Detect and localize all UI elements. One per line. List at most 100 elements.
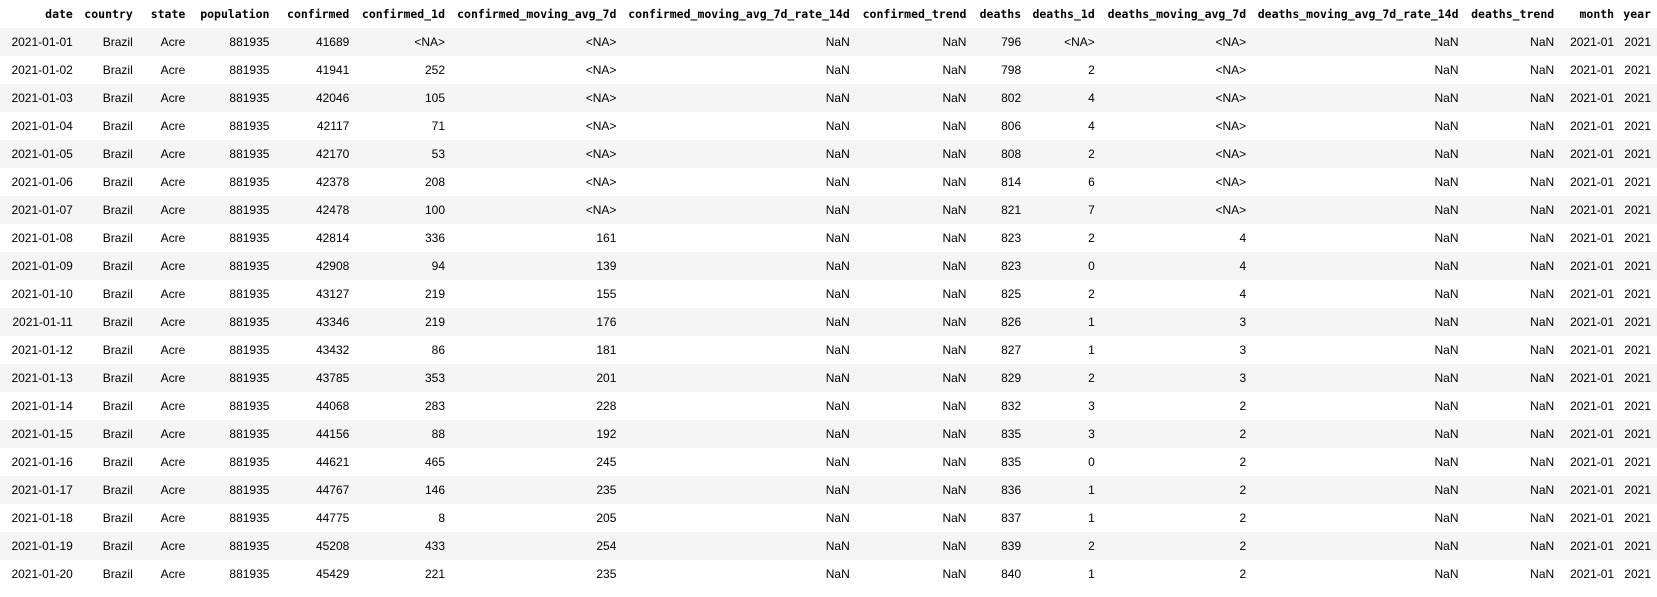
cell-deaths-moving-avg-7d-rate-14d: NaN bbox=[1252, 336, 1465, 364]
cell-confirmed-1d: 219 bbox=[355, 308, 451, 336]
cell-deaths-moving-avg-7d-rate-14d: NaN bbox=[1252, 560, 1465, 588]
cell-country: Brazil bbox=[78, 84, 139, 112]
column-header-confirmed-trend: confirmed_trend bbox=[855, 0, 973, 28]
cell-population: 881935 bbox=[191, 280, 276, 308]
cell-confirmed-1d: 88 bbox=[355, 420, 451, 448]
cell-confirmed-1d: 221 bbox=[355, 560, 451, 588]
cell-confirmed-1d: 353 bbox=[355, 364, 451, 392]
cell-year: 2021 bbox=[1620, 28, 1657, 56]
cell-deaths-moving-avg-7d: 2 bbox=[1100, 560, 1253, 588]
cell-year: 2021 bbox=[1620, 336, 1657, 364]
cell-deaths-trend: NaN bbox=[1464, 56, 1561, 84]
cell-confirmed-1d: 219 bbox=[355, 280, 451, 308]
cell-country: Brazil bbox=[78, 420, 139, 448]
cell-month: 2021-01 bbox=[1560, 364, 1621, 392]
table-row: 2021-01-16 Brazil Acre 881935 44621 465 245 NaN… bbox=[0, 448, 1657, 476]
cell-year: 2021 bbox=[1620, 168, 1657, 196]
table-row: 2021-01-09 Brazil Acre 881935 42908 94 139 NaN N… bbox=[0, 252, 1657, 280]
cell-state: Acre bbox=[138, 280, 192, 308]
cell-state: Acre bbox=[138, 504, 192, 532]
cell-population: 881935 bbox=[191, 252, 276, 280]
cell-deaths-trend: NaN bbox=[1464, 336, 1561, 364]
cell-confirmed-trend: NaN bbox=[855, 28, 973, 56]
cell-year: 2021 bbox=[1620, 56, 1657, 84]
cell-deaths-1d: 3 bbox=[1027, 392, 1101, 420]
table-row: 2021-01-19 Brazil Acre 881935 45208 433 254 NaN… bbox=[0, 532, 1657, 560]
cell-confirmed-trend: NaN bbox=[855, 168, 973, 196]
cell-confirmed-trend: NaN bbox=[855, 476, 973, 504]
cell-confirmed: 41941 bbox=[275, 56, 356, 84]
cell-deaths-moving-avg-7d-rate-14d: NaN bbox=[1252, 532, 1465, 560]
cell-confirmed-moving-avg-7d: 201 bbox=[451, 364, 623, 392]
cell-year: 2021 bbox=[1620, 392, 1657, 420]
cell-population: 881935 bbox=[191, 308, 276, 336]
cell-month: 2021-01 bbox=[1560, 224, 1621, 252]
cell-deaths-1d: 7 bbox=[1027, 196, 1101, 224]
cell-deaths-1d: 3 bbox=[1027, 420, 1101, 448]
cell-month: 2021-01 bbox=[1560, 392, 1621, 420]
cell-confirmed-moving-avg-7d: 161 bbox=[451, 224, 623, 252]
cell-date: 2021-01-10 bbox=[0, 280, 79, 308]
cell-deaths-moving-avg-7d: 2 bbox=[1100, 420, 1253, 448]
cell-confirmed: 43785 bbox=[275, 364, 356, 392]
cell-year: 2021 bbox=[1620, 560, 1657, 588]
cell-confirmed: 43346 bbox=[275, 308, 356, 336]
cell-confirmed-moving-avg-7d: <NA> bbox=[451, 140, 623, 168]
table-row: 2021-01-11 Brazil Acre 881935 43346 219 176 NaN… bbox=[0, 308, 1657, 336]
cell-deaths: 825 bbox=[972, 280, 1028, 308]
cell-deaths-moving-avg-7d-rate-14d: NaN bbox=[1252, 448, 1465, 476]
cell-state: Acre bbox=[138, 140, 192, 168]
cell-population: 881935 bbox=[191, 224, 276, 252]
cell-deaths-moving-avg-7d: 2 bbox=[1100, 448, 1253, 476]
cell-confirmed-moving-avg-7d-rate-14d: NaN bbox=[622, 392, 856, 420]
cell-population: 881935 bbox=[191, 140, 276, 168]
cell-deaths-trend: NaN bbox=[1464, 112, 1561, 140]
cell-confirmed-moving-avg-7d-rate-14d: NaN bbox=[622, 168, 856, 196]
cell-state: Acre bbox=[138, 308, 192, 336]
cell-deaths-moving-avg-7d: <NA> bbox=[1100, 28, 1253, 56]
cell-confirmed-moving-avg-7d-rate-14d: NaN bbox=[622, 476, 856, 504]
cell-population: 881935 bbox=[191, 84, 276, 112]
cell-year: 2021 bbox=[1620, 364, 1657, 392]
cell-country: Brazil bbox=[78, 140, 139, 168]
cell-deaths-1d: 2 bbox=[1027, 140, 1101, 168]
cell-year: 2021 bbox=[1620, 504, 1657, 532]
cell-deaths: 840 bbox=[972, 560, 1028, 588]
cell-date: 2021-01-16 bbox=[0, 448, 79, 476]
table-row: 2021-01-02 Brazil Acre 881935 41941 252 <NA> Na… bbox=[0, 56, 1657, 84]
cell-confirmed-1d: 94 bbox=[355, 252, 451, 280]
cell-deaths-1d: 1 bbox=[1027, 504, 1101, 532]
cell-deaths-trend: NaN bbox=[1464, 476, 1561, 504]
cell-confirmed-moving-avg-7d: <NA> bbox=[451, 168, 623, 196]
cell-country: Brazil bbox=[78, 560, 139, 588]
cell-deaths-moving-avg-7d: <NA> bbox=[1100, 56, 1253, 84]
cell-year: 2021 bbox=[1620, 308, 1657, 336]
cell-confirmed: 43432 bbox=[275, 336, 356, 364]
cell-deaths-1d: 1 bbox=[1027, 308, 1101, 336]
table-row: 2021-01-06 Brazil Acre 881935 42378 208 <NA> Na… bbox=[0, 168, 1657, 196]
cell-country: Brazil bbox=[78, 196, 139, 224]
cell-deaths: 837 bbox=[972, 504, 1028, 532]
cell-confirmed-trend: NaN bbox=[855, 504, 973, 532]
cell-confirmed-moving-avg-7d-rate-14d: NaN bbox=[622, 308, 856, 336]
cell-deaths-trend: NaN bbox=[1464, 504, 1561, 532]
cell-confirmed-moving-avg-7d: 181 bbox=[451, 336, 623, 364]
cell-date: 2021-01-11 bbox=[0, 308, 79, 336]
cell-population: 881935 bbox=[191, 560, 276, 588]
cell-date: 2021-01-01 bbox=[0, 28, 79, 56]
cell-population: 881935 bbox=[191, 364, 276, 392]
cell-month: 2021-01 bbox=[1560, 280, 1621, 308]
cell-deaths-1d: 2 bbox=[1027, 280, 1101, 308]
cell-confirmed-trend: NaN bbox=[855, 420, 973, 448]
cell-population: 881935 bbox=[191, 420, 276, 448]
cell-confirmed-trend: NaN bbox=[855, 364, 973, 392]
cell-confirmed-moving-avg-7d: <NA> bbox=[451, 112, 623, 140]
cell-confirmed-moving-avg-7d: 192 bbox=[451, 420, 623, 448]
dataframe-view: date country state population confirmed confi… bbox=[0, 0, 1657, 597]
header-row: date country state population confirmed confi… bbox=[0, 0, 1657, 28]
cell-confirmed-1d: 86 bbox=[355, 336, 451, 364]
cell-country: Brazil bbox=[78, 504, 139, 532]
cell-confirmed: 44621 bbox=[275, 448, 356, 476]
cell-date: 2021-01-20 bbox=[0, 560, 79, 588]
cell-month: 2021-01 bbox=[1560, 112, 1621, 140]
